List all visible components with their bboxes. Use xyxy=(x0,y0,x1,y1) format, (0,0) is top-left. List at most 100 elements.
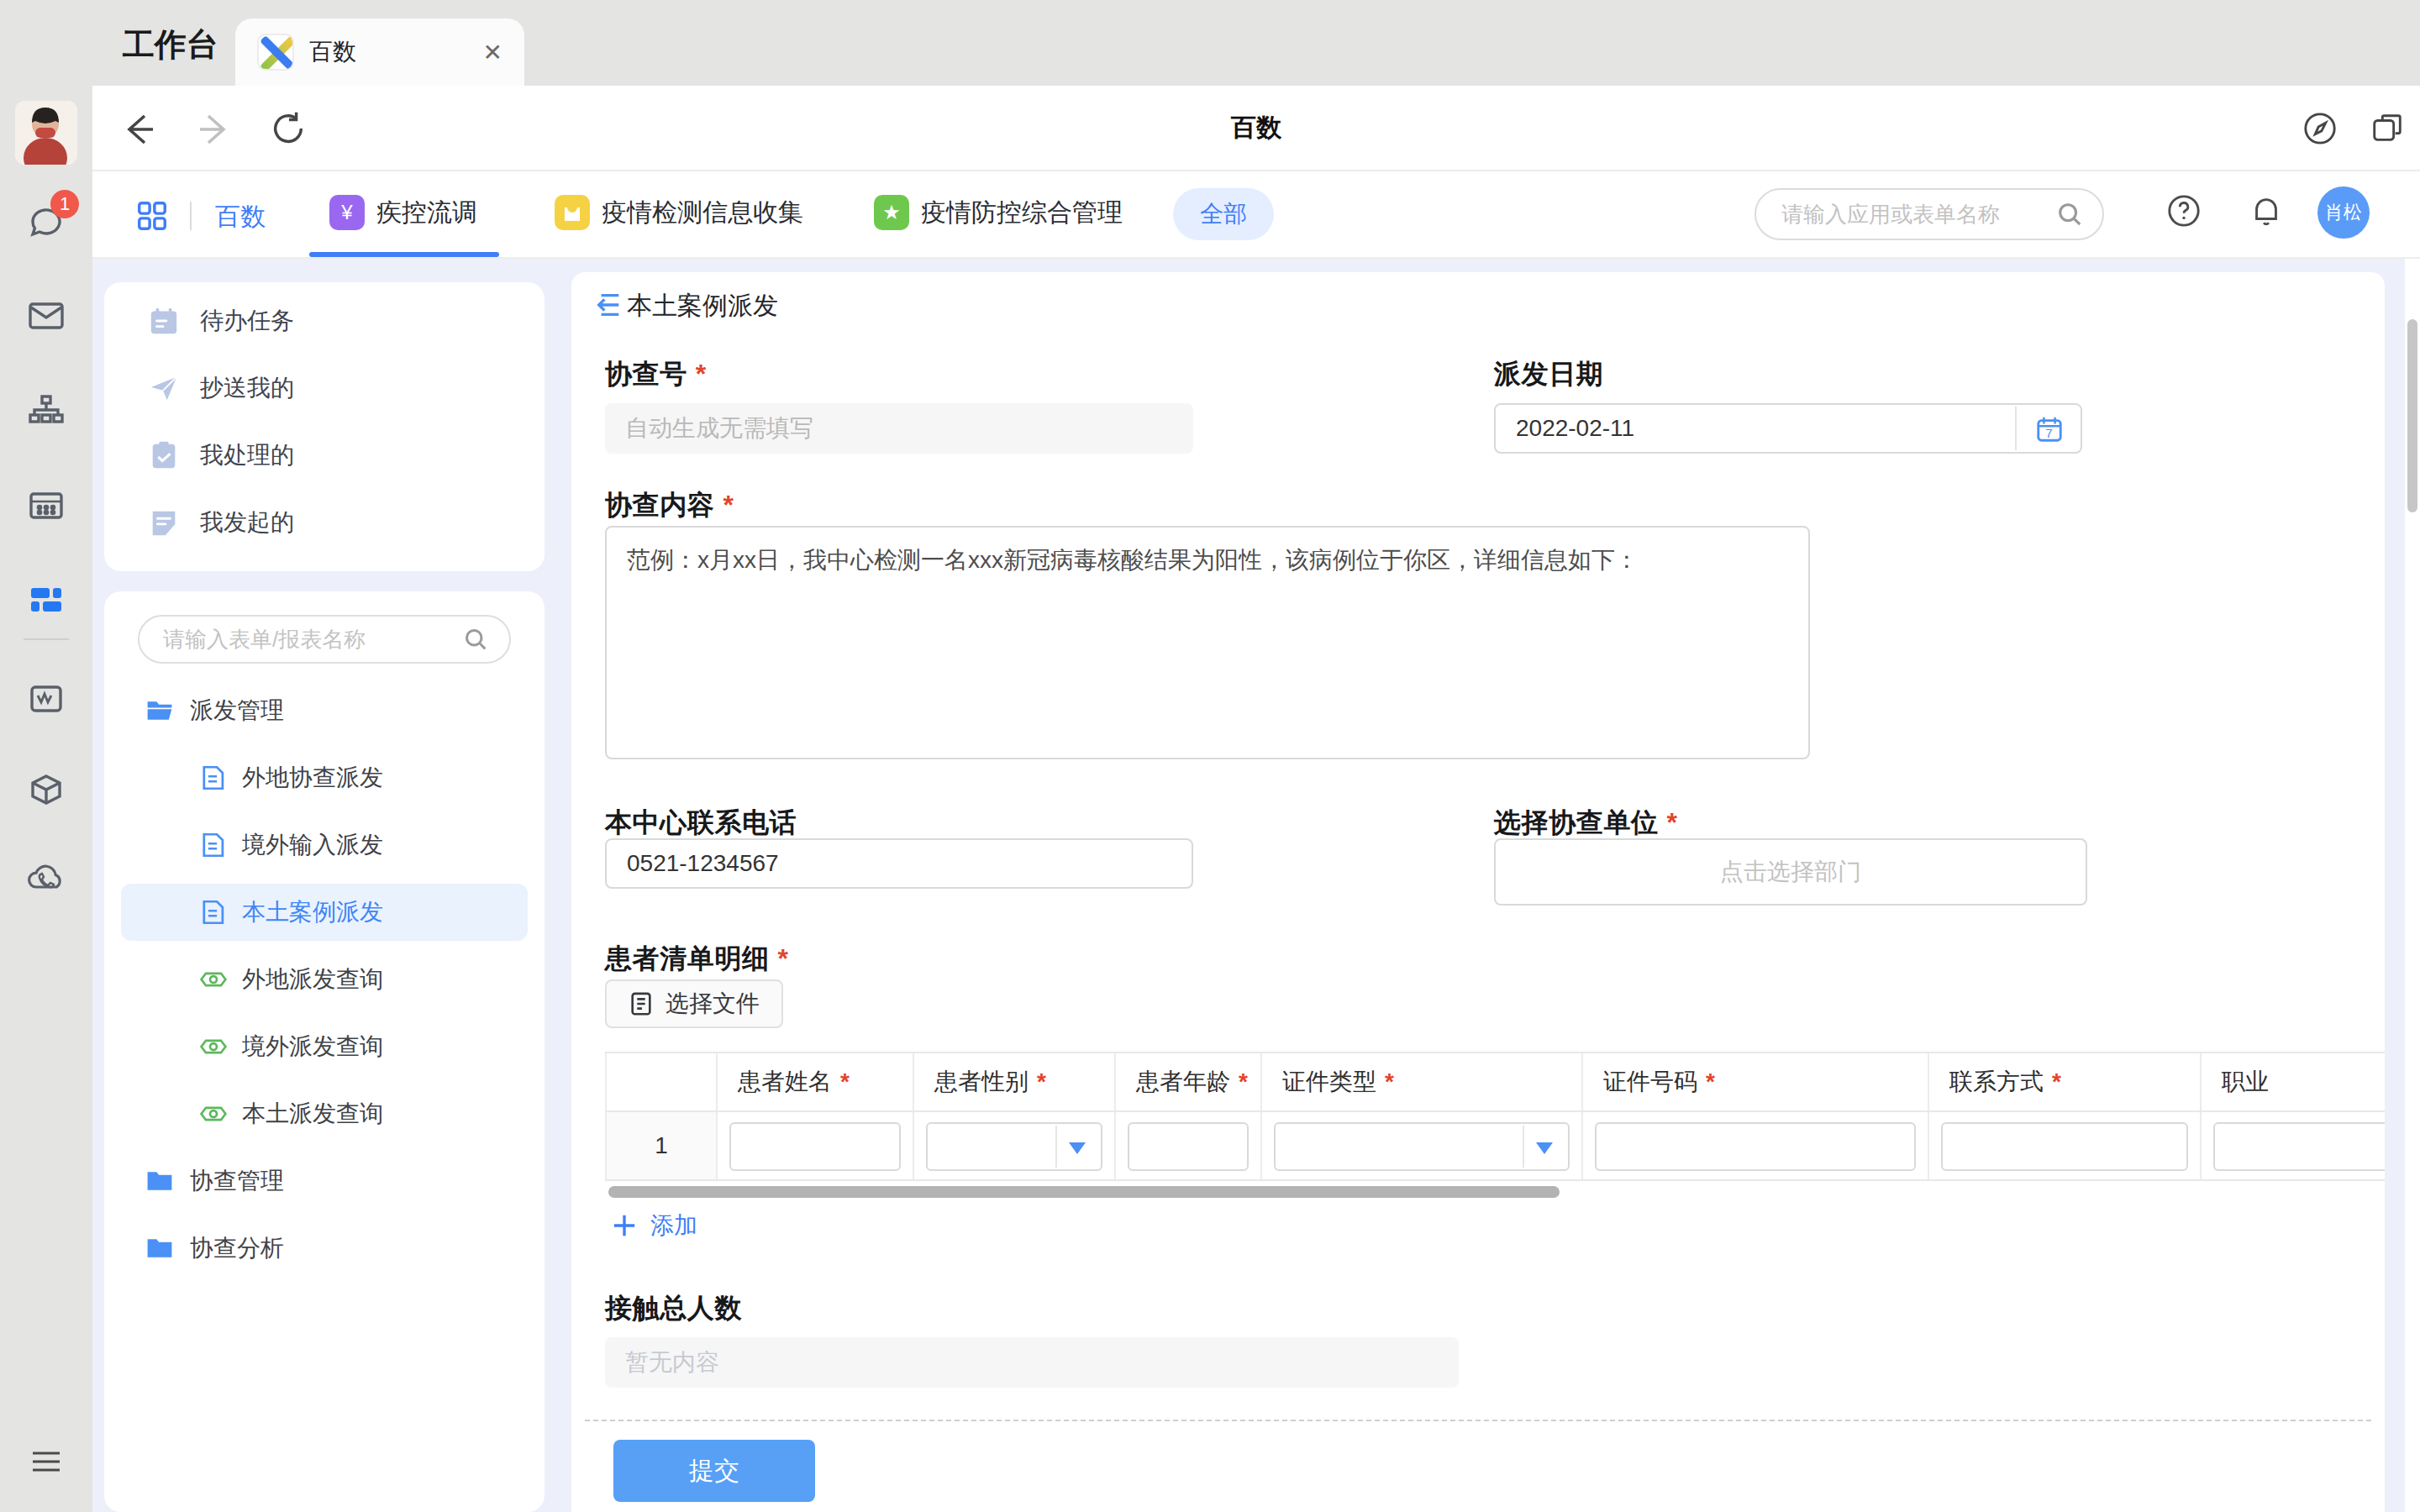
baishu-logo-icon xyxy=(257,34,294,71)
tree-item-bentu-anli-selected[interactable]: 本土案例派发 xyxy=(104,879,544,946)
todo-menu-card: 待办任务 抄送我的 我处理的 我发起的 xyxy=(104,282,544,571)
all-apps-pill[interactable]: 全部 xyxy=(1173,188,1274,240)
choose-file-button[interactable]: 选择文件 xyxy=(605,979,783,1028)
browser-toolbar xyxy=(92,86,2420,171)
form-title: 本土案例派发 xyxy=(627,289,778,323)
department-select[interactable]: 点击选择部门 xyxy=(1494,838,2087,906)
chat-icon[interactable] xyxy=(0,202,92,242)
chat-badge: 1 xyxy=(50,190,79,218)
patients-table: 患者姓名* 患者性别* 患者年龄* 证件类型* 证件号码* 联系方式* 职业 1 xyxy=(605,1052,2385,1181)
idnumber-input[interactable] xyxy=(1595,1122,1916,1171)
nav-tab-yiqingfangkong[interactable]: ★ 疫情防控综合管理 xyxy=(874,195,1123,230)
tab-close-icon[interactable]: ✕ xyxy=(483,39,502,66)
dispatch-date-input[interactable]: 2022-02-11 7 xyxy=(1494,403,2082,454)
box-3d-icon[interactable] xyxy=(0,769,92,810)
back-icon[interactable] xyxy=(121,111,158,148)
phone-input[interactable]: 0521-1234567 xyxy=(605,838,1193,889)
workbench-grid-icon[interactable] xyxy=(0,580,92,620)
jikong-app-icon: ¥ xyxy=(329,195,365,230)
screen: 1 工作台 xyxy=(0,0,2420,1512)
clipboard-check-icon xyxy=(148,439,180,471)
field-label-xiechahao: 协查号* xyxy=(605,356,707,393)
header-name: 患者姓名* xyxy=(718,1053,914,1110)
user-avatar[interactable] xyxy=(15,101,77,165)
occupation-input[interactable] xyxy=(2213,1122,2385,1171)
os-sidebar: 1 xyxy=(0,0,92,1512)
contact-input[interactable] xyxy=(1941,1122,2188,1171)
cell-contact xyxy=(1929,1112,2202,1179)
xiechaneirong-textarea[interactable]: 范例：x月xx日，我中心检测一名xxx新冠病毒核酸结果为阳性，该病例位于你区，详… xyxy=(605,526,1810,759)
table-hscrollbar-thumb[interactable] xyxy=(608,1186,1560,1198)
menu-item-cc[interactable]: 抄送我的 xyxy=(104,354,544,422)
doc-edit-icon xyxy=(148,507,180,538)
header-idtype: 证件类型* xyxy=(1262,1053,1583,1110)
tree-item-jingwai-shuru[interactable]: 境外输入派发 xyxy=(104,811,544,879)
menu-item-processed[interactable]: 我处理的 xyxy=(104,422,544,489)
header-occupation: 职业 xyxy=(2202,1053,2385,1110)
eye-icon xyxy=(198,964,229,995)
tab-title: 百数 xyxy=(309,36,356,68)
menu-item-todo[interactable]: 待办任务 xyxy=(104,287,544,354)
hamburger-menu-icon[interactable] xyxy=(0,1445,92,1478)
cell-idnumber xyxy=(1583,1112,1929,1179)
yiqingfangkong-app-icon: ★ xyxy=(874,195,909,230)
sidebar-divider xyxy=(24,638,69,640)
workspace-title: 工作台 xyxy=(123,24,218,66)
app-search-placeholder: 请输入应用或表单名称 xyxy=(1781,200,2057,229)
tree-item-paifa-guanli[interactable]: 派发管理 xyxy=(104,677,544,744)
back-collapse-icon[interactable] xyxy=(595,291,623,319)
tree-item-bentu-chaxun[interactable]: 本土派发查询 xyxy=(104,1080,544,1147)
window-scrollbar-thumb[interactable] xyxy=(2407,319,2417,512)
header-rownum xyxy=(605,1053,718,1110)
compass-icon[interactable] xyxy=(2302,111,2338,146)
menu-item-initiated[interactable]: 我发起的 xyxy=(104,489,544,556)
w-doc-icon[interactable] xyxy=(0,679,92,719)
field-label-paifariqi: 派发日期 xyxy=(1494,356,1603,393)
required-star: * xyxy=(1667,807,1678,837)
gender-select[interactable] xyxy=(926,1122,1102,1171)
tree-item-xiecha-fenxi[interactable]: 协查分析 xyxy=(104,1215,544,1282)
submit-button[interactable]: 提交 xyxy=(613,1440,815,1502)
tree-search[interactable]: 请输入表单/报表名称 xyxy=(138,615,511,664)
form-tree: 派发管理 外地协查派发 境外输入派发 本土案例派发 外地派发查询 境外派 xyxy=(104,677,544,1282)
dropdown-arrow-icon xyxy=(1069,1142,1086,1154)
user-avatar-badge[interactable]: 肖松 xyxy=(2317,186,2370,239)
app-navbar: 百数 ¥ 疾控流调 疫情检测信息收集 ★ 疫情防控综合管理 全部 请输入应用或表… xyxy=(92,171,2420,259)
bell-icon[interactable] xyxy=(2249,193,2284,228)
folder-open-icon xyxy=(145,696,175,726)
nav-tab-jikong[interactable]: ¥ 疾控流调 xyxy=(329,195,477,230)
refresh-icon[interactable] xyxy=(269,109,308,148)
form-tree-card: 请输入表单/报表名称 派发管理 外地协查派发 境外输入派发 本土案例派发 xyxy=(104,591,544,1512)
calendar-icon[interactable] xyxy=(0,486,92,526)
name-input[interactable] xyxy=(729,1122,901,1171)
nav-tab-yiqingjiance[interactable]: 疫情检测信息收集 xyxy=(555,195,803,230)
eye-icon xyxy=(198,1099,229,1129)
xiechahao-input[interactable]: 自动生成无需填写 xyxy=(605,403,1193,454)
tree-item-waidi-chaxun[interactable]: 外地派发查询 xyxy=(104,946,544,1013)
eye-icon xyxy=(198,1032,229,1062)
mail-icon[interactable] xyxy=(0,296,92,336)
org-icon[interactable] xyxy=(0,390,92,430)
apps-grid-icon[interactable] xyxy=(134,198,170,234)
open-window-icon[interactable] xyxy=(2370,111,2405,146)
idtype-select[interactable] xyxy=(1274,1122,1570,1171)
app-search[interactable]: 请输入应用或表单名称 xyxy=(1754,188,2104,240)
help-icon[interactable] xyxy=(2166,193,2202,228)
tree-item-jingwai-chaxun[interactable]: 境外派发查询 xyxy=(104,1013,544,1080)
tree-item-waidi-xiecha[interactable]: 外地协查派发 xyxy=(104,744,544,811)
cell-occupation xyxy=(2202,1112,2385,1179)
cloud-call-icon[interactable] xyxy=(0,857,92,900)
folder-icon xyxy=(145,1166,175,1196)
calendar-picker-icon[interactable]: 7 xyxy=(2035,415,2064,444)
nav-home-baishu[interactable]: 百数 xyxy=(215,200,266,234)
forward-icon[interactable] xyxy=(195,111,232,148)
browser-tab[interactable]: 百数 ✕ xyxy=(235,18,524,86)
svg-text:7: 7 xyxy=(2045,426,2052,440)
table-body-row: 1 xyxy=(605,1112,2385,1181)
yiqingjiance-app-icon xyxy=(555,195,590,230)
doc-icon xyxy=(198,831,227,859)
contact-total-input[interactable]: 暂无内容 xyxy=(605,1337,1459,1388)
add-row-link[interactable]: 添加 xyxy=(612,1210,697,1242)
tree-item-xiecha-guanli[interactable]: 协查管理 xyxy=(104,1147,544,1215)
age-input[interactable] xyxy=(1128,1122,1249,1171)
